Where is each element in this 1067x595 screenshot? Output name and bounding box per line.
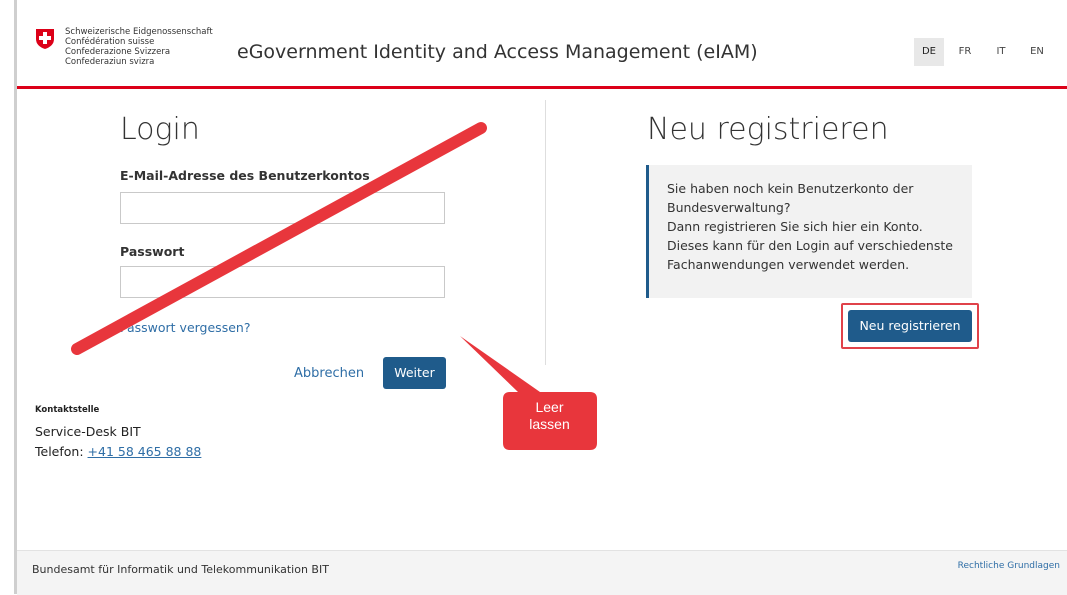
lang-de[interactable]: DE [914, 38, 944, 66]
contact-heading: Kontaktstelle [35, 405, 100, 415]
cancel-link[interactable]: Abbrechen [294, 366, 364, 381]
register-info-box: Sie haben noch kein Benutzerkonto der Bu… [646, 165, 972, 298]
legal-link[interactable]: Rechtliche Grundlagen [958, 561, 1060, 571]
lang-it[interactable]: IT [986, 38, 1016, 66]
login-title: Login [120, 112, 200, 147]
language-switcher: DE FR IT EN [914, 38, 1052, 66]
swiss-cross-icon [36, 29, 54, 49]
app-title: eGovernment Identity and Access Manageme… [237, 41, 758, 63]
email-field[interactable] [120, 192, 445, 224]
header: Schweizerische Eidgenossenschaft Confédé… [17, 0, 1067, 89]
contact-phone-line: Telefon: +41 58 465 88 88 [35, 444, 201, 459]
page: Schweizerische Eidgenossenschaft Confédé… [14, 0, 1067, 595]
service-desk: Service-Desk BIT [35, 424, 141, 439]
screenshot-frame: Schweizerische Eidgenossenschaft Confédé… [0, 0, 1067, 595]
forgot-password-link[interactable]: Passwort vergessen? [120, 320, 250, 335]
next-button[interactable]: Weiter [383, 357, 446, 389]
password-label: Passwort [120, 244, 185, 259]
lang-fr[interactable]: FR [950, 38, 980, 66]
register-button[interactable]: Neu registrieren [848, 310, 972, 342]
phone-link[interactable]: +41 58 465 88 88 [88, 444, 202, 459]
footer-org: Bundesamt für Informatik und Telekommuni… [32, 563, 329, 576]
register-title: Neu registrieren [647, 112, 889, 147]
phone-label: Telefon: [35, 444, 88, 459]
column-divider [545, 100, 546, 365]
lang-en[interactable]: EN [1022, 38, 1052, 66]
email-label: E-Mail-Adresse des Benutzerkontos [120, 168, 370, 183]
confederation-names: Schweizerische Eidgenossenschaft Confédé… [65, 27, 213, 67]
callout-text: Leer lassen [529, 399, 570, 432]
footer: Bundesamt für Informatik und Telekommuni… [17, 550, 1067, 595]
password-field[interactable] [120, 266, 445, 298]
